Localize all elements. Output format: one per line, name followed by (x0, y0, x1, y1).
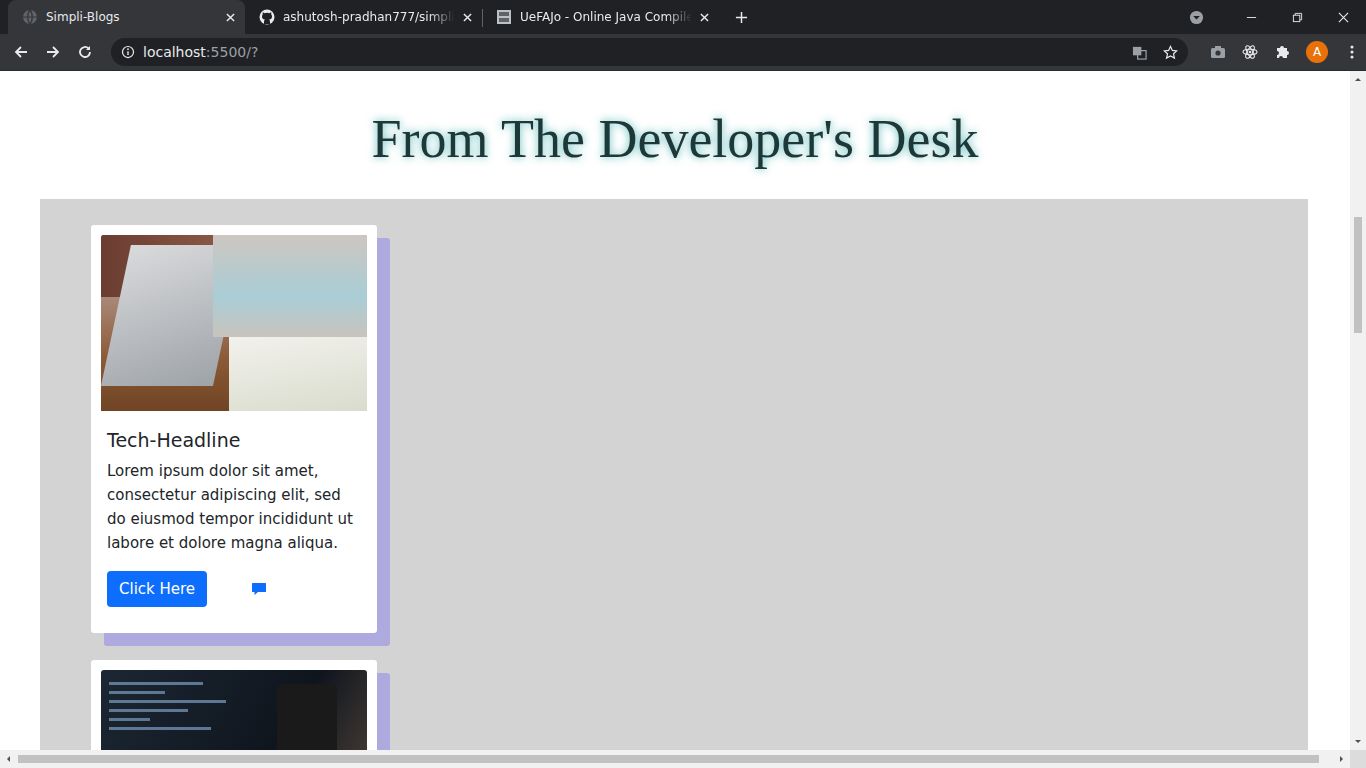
restore-button[interactable] (1274, 0, 1320, 34)
tab-strip: Simpli-Blogs ashutosh-pradhan777/simplile… (0, 0, 1366, 34)
page: From The Developer's Desk Tech-Headline Lo… (0, 71, 1350, 750)
star-icon[interactable] (1163, 45, 1178, 60)
browser-window: Simpli-Blogs ashutosh-pradhan777/simplile… (0, 0, 1366, 768)
globe-icon (22, 9, 38, 25)
address-bar[interactable]: localhost:5500/? (111, 38, 1188, 66)
new-tab-icon[interactable] (735, 11, 748, 24)
blog-card (91, 660, 377, 750)
scroll-left-icon[interactable] (4, 755, 12, 763)
card-photo (101, 235, 367, 411)
horizontal-scrollbar[interactable] (0, 750, 1366, 768)
close-tab-icon[interactable] (226, 13, 235, 22)
close-icon (1338, 12, 1349, 23)
blog-section: Tech-Headline Lorem ipsum dolor sit amet,… (40, 199, 1308, 750)
toolbar: localhost:5500/? A (0, 34, 1366, 71)
translate-icon[interactable] (1132, 45, 1147, 60)
minimize-button[interactable] (1228, 0, 1274, 34)
card-photo (101, 670, 367, 750)
tab-title: UeFAJo - Online Java Compiler & (520, 10, 692, 24)
info-icon[interactable] (121, 45, 135, 59)
restore-icon (1292, 12, 1303, 23)
close-window-button[interactable] (1320, 0, 1366, 34)
page-viewport: From The Developer's Desk Tech-Headline Lo… (0, 71, 1366, 768)
tab-title: Simpli-Blogs (46, 10, 218, 24)
extensions-icon[interactable] (1274, 44, 1290, 60)
browser-tab[interactable]: Simpli-Blogs (8, 0, 245, 34)
page-heading: From The Developer's Desk (371, 108, 978, 170)
profile-avatar[interactable]: A (1306, 41, 1328, 63)
forward-icon[interactable] (45, 44, 61, 60)
react-devtools-icon[interactable] (1242, 44, 1258, 60)
github-icon (259, 9, 275, 25)
camera-icon[interactable] (1210, 44, 1226, 60)
click-here-button[interactable]: Click Here (107, 571, 207, 607)
url-text: localhost:5500/? (143, 44, 258, 60)
vertical-scroll-thumb[interactable] (1354, 217, 1362, 333)
scroll-down-icon[interactable] (1354, 738, 1362, 746)
card-title: Tech-Headline (107, 429, 361, 451)
tab-search-icon[interactable] (1189, 10, 1204, 25)
horizontal-scroll-thumb[interactable] (18, 755, 1319, 763)
close-tab-icon[interactable] (463, 13, 472, 22)
reload-icon[interactable] (77, 44, 93, 60)
close-tab-icon[interactable] (700, 13, 709, 22)
back-icon[interactable] (13, 44, 29, 60)
vertical-scrollbar[interactable] (1350, 71, 1366, 750)
blog-card: Tech-Headline Lorem ipsum dolor sit amet,… (91, 225, 377, 633)
scroll-right-icon[interactable] (1338, 755, 1346, 763)
card-text: Lorem ipsum dolor sit amet, consectetur … (107, 459, 361, 555)
minimize-icon (1246, 12, 1257, 23)
browser-tab[interactable]: UeFAJo - Online Java Compiler & (482, 0, 719, 34)
comment-icon[interactable] (251, 581, 267, 597)
scroll-up-icon[interactable] (1354, 75, 1362, 83)
browser-tab[interactable]: ashutosh-pradhan777/simplilear (245, 0, 482, 34)
tab-title: ashutosh-pradhan777/simplilear (283, 10, 455, 24)
menu-icon[interactable] (1344, 44, 1360, 60)
ideone-icon (496, 9, 512, 25)
